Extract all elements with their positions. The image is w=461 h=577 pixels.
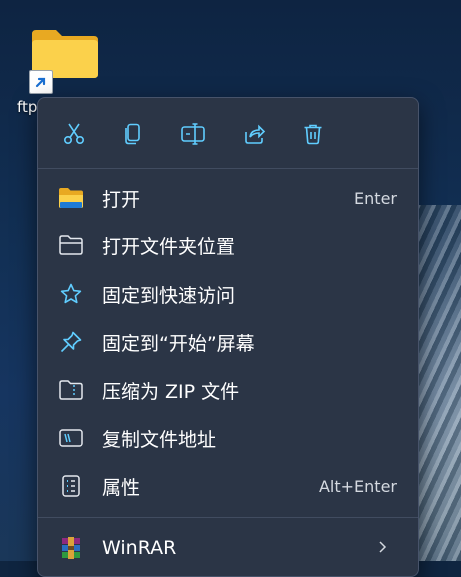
share-button[interactable] bbox=[238, 118, 270, 150]
menu-item-label: 压缩为 ZIP 文件 bbox=[102, 380, 240, 403]
quick-actions-bar bbox=[38, 98, 418, 168]
menu-item-label: 打开 bbox=[102, 188, 141, 211]
menu-item-label: WinRAR bbox=[102, 537, 177, 559]
folder-outline-icon bbox=[58, 233, 84, 257]
cut-button[interactable] bbox=[58, 118, 90, 150]
menu-item-winrar[interactable]: WinRAR bbox=[44, 528, 412, 568]
menu-item-label: 固定到快速访问 bbox=[102, 284, 236, 307]
star-icon bbox=[58, 282, 84, 306]
share-icon bbox=[245, 124, 266, 144]
properties-icon bbox=[58, 474, 84, 498]
copy-button[interactable] bbox=[117, 118, 149, 150]
winrar-icon bbox=[58, 536, 84, 560]
menu-separator bbox=[38, 517, 418, 518]
menu-item-label: 打开文件夹位置 bbox=[102, 235, 236, 258]
shortcut-arrow-icon bbox=[29, 70, 53, 94]
menu-item-pin-quick-access[interactable]: 固定到快速访问 bbox=[44, 274, 412, 314]
menu-item-open[interactable]: 打开 Enter bbox=[44, 178, 412, 218]
menu-item-label: 复制文件地址 bbox=[102, 428, 217, 451]
delete-button[interactable] bbox=[297, 118, 329, 150]
menu-item-label: 属性 bbox=[102, 476, 141, 499]
folder-open-icon bbox=[58, 186, 84, 210]
trash-icon bbox=[304, 124, 322, 145]
rename-icon bbox=[181, 123, 205, 145]
desktop-folder-label[interactable]: ftp bbox=[17, 98, 37, 116]
menu-separator bbox=[38, 168, 418, 169]
menu-item-compress-zip[interactable]: 压缩为 ZIP 文件 bbox=[44, 370, 412, 410]
rename-button[interactable] bbox=[177, 118, 209, 150]
chevron-right-icon bbox=[377, 539, 387, 558]
menu-item-open-folder-location[interactable]: 打开文件夹位置 bbox=[44, 225, 412, 265]
menu-item-copy-path[interactable]: 复制文件地址 bbox=[44, 418, 412, 458]
scissors-icon bbox=[63, 123, 85, 145]
menu-item-pin-start[interactable]: 固定到“开始”屏幕 bbox=[44, 322, 412, 362]
pin-icon bbox=[58, 330, 84, 354]
path-icon bbox=[58, 426, 84, 450]
copy-icon bbox=[125, 123, 140, 145]
menu-item-label: 固定到“开始”屏幕 bbox=[102, 332, 255, 355]
zip-icon bbox=[58, 378, 84, 402]
menu-item-shortcut: Alt+Enter bbox=[318, 476, 397, 496]
menu-item-properties[interactable]: 属性 Alt+Enter bbox=[44, 466, 412, 506]
menu-item-shortcut: Enter bbox=[354, 188, 397, 208]
context-menu: 打开 Enter 打开文件夹位置 固定到快速访问 固定到“开始”屏幕 压缩为 Z… bbox=[37, 97, 419, 577]
